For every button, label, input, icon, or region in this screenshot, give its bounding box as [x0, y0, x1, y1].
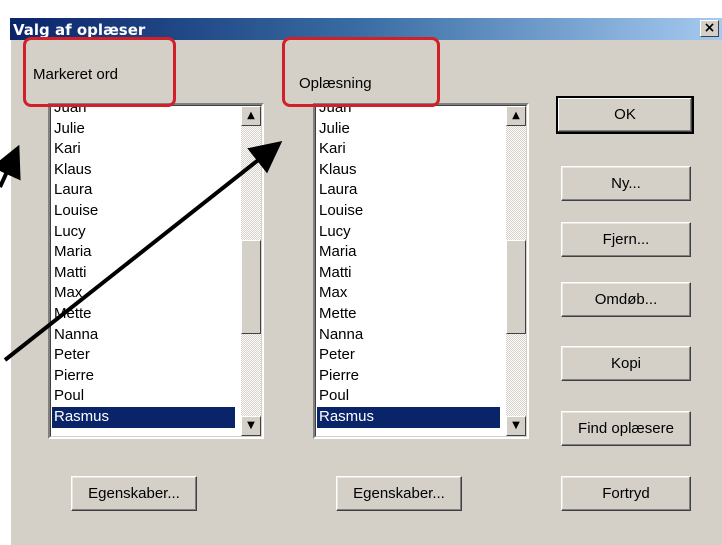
arrow-to-left-list [0, 144, 21, 188]
annotation-arrows [0, 141, 283, 362]
arrow-to-right-list [3, 141, 283, 362]
